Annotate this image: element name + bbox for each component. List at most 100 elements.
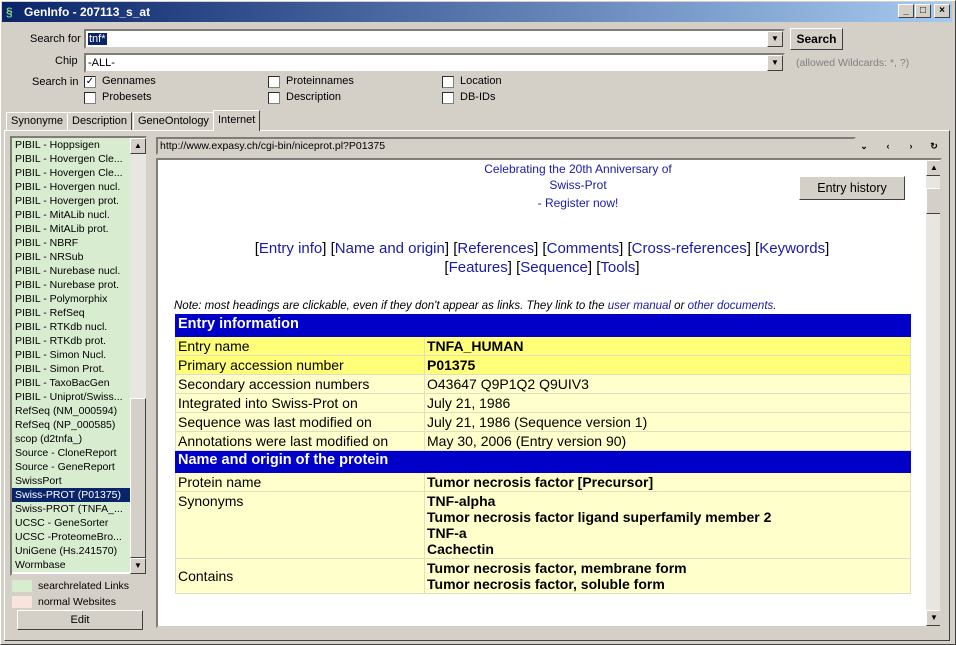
list-scroll-down-icon[interactable]: ▼: [130, 558, 146, 574]
list-item[interactable]: PIBIL - MitALib prot.: [12, 222, 145, 236]
list-item[interactable]: PIBIL - Simon Nucl.: [12, 348, 145, 362]
list-item[interactable]: RefSeq (NP_000585): [12, 418, 145, 432]
list-item[interactable]: PIBIL - Simon Prot.: [12, 362, 145, 376]
contains-item: Tumor necrosis factor, membrane form: [427, 560, 687, 576]
link-references[interactable]: References: [457, 240, 534, 257]
protein-name-key[interactable]: Protein name: [175, 472, 425, 492]
normal-swatch: [12, 596, 32, 608]
list-item[interactable]: SwissPort: [12, 474, 145, 488]
list-item[interactable]: Wormbase: [12, 558, 145, 572]
list-item[interactable]: scop (d2tnfa_): [12, 432, 145, 446]
maximize-button[interactable]: □: [915, 4, 931, 18]
web-content: Celebrating the 20th Anniversary of Swis…: [158, 160, 926, 626]
url-field[interactable]: http://www.expasy.ch/cgi-bin/niceprot.pl…: [156, 137, 856, 155]
list-item[interactable]: UCSC - GeneSorter: [12, 516, 145, 530]
entry-history-button[interactable]: Entry history: [799, 176, 905, 200]
checkbox-gennames[interactable]: ✓: [84, 76, 96, 88]
link-list[interactable]: PIBIL - Hoppsigen PIBIL - Hovergen Cle...…: [10, 136, 147, 576]
list-item[interactable]: PIBIL - Hovergen nucl.: [12, 180, 145, 194]
contains-value: Tumor necrosis factor, membrane form Tum…: [424, 558, 911, 594]
tab-internet[interactable]: Internet: [213, 110, 261, 131]
checkbox-label: Gennames: [102, 75, 156, 87]
list-item[interactable]: PIBIL - Polymorphix: [12, 292, 145, 306]
checkbox-label: Description: [286, 91, 342, 103]
web-scroll-down-icon[interactable]: ▼: [926, 610, 940, 626]
sequence-modified-key[interactable]: Sequence was last modified on: [175, 412, 425, 432]
checkbox-db-ids[interactable]: [442, 92, 454, 104]
list-item[interactable]: UniGene (Hs.241570): [12, 544, 145, 558]
list-item[interactable]: Swiss-PROT (TNFA_...: [12, 502, 145, 516]
note-text-or: or: [670, 300, 688, 312]
web-view[interactable]: Celebrating the 20th Anniversary of Swis…: [156, 158, 942, 628]
list-item[interactable]: PIBIL - NBRF: [12, 236, 145, 250]
contains-key[interactable]: Contains: [175, 558, 425, 594]
close-button[interactable]: ×: [934, 4, 950, 18]
link-name-origin[interactable]: Name and origin: [335, 240, 445, 257]
banner-register-link[interactable]: - Register now!: [458, 196, 698, 210]
banner-line2[interactable]: Swiss-Prot: [458, 178, 698, 192]
list-item[interactable]: PIBIL - Hovergen Cle...: [12, 152, 145, 166]
web-scroll-up-icon[interactable]: ▲: [926, 160, 940, 176]
list-item[interactable]: PIBIL - Hoppsigen: [12, 138, 145, 152]
web-scroll-thumb[interactable]: [926, 188, 940, 214]
chip-select[interactable]: -ALL- ▼: [84, 53, 785, 73]
list-scroll-up-icon[interactable]: ▲: [130, 138, 146, 154]
name-origin-heading[interactable]: Name and origin of the protein: [175, 450, 911, 473]
list-item[interactable]: PIBIL - NRSub: [12, 250, 145, 264]
list-item[interactable]: Source - CloneReport: [12, 446, 145, 460]
checkbox-description[interactable]: [268, 92, 280, 104]
list-item[interactable]: PIBIL - TaxoBacGen: [12, 376, 145, 390]
banner-line1[interactable]: Celebrating the 20th Anniversary of: [458, 162, 698, 176]
link-features[interactable]: Features: [449, 259, 508, 276]
list-item[interactable]: PIBIL - RTKdb nucl.: [12, 320, 145, 334]
checkbox-label: Probesets: [102, 91, 152, 103]
list-item[interactable]: UCSC -ProteomeBro...: [12, 530, 145, 544]
edit-button[interactable]: Edit: [17, 610, 143, 630]
user-manual-link[interactable]: user manual: [608, 300, 671, 312]
link-tools[interactable]: Tools: [600, 259, 635, 276]
window-title: GenInfo - 207113_s_at: [24, 5, 151, 19]
primary-accession-key[interactable]: Primary accession number: [175, 355, 425, 375]
entry-name-key[interactable]: Entry name: [175, 336, 425, 356]
tab-description[interactable]: Description: [67, 112, 133, 130]
integrated-key[interactable]: Integrated into Swiss-Prot on: [175, 393, 425, 413]
list-item[interactable]: PIBIL - RefSeq: [12, 306, 145, 320]
list-item[interactable]: PIBIL - MitALib nucl.: [12, 208, 145, 222]
search-input[interactable]: tnf* ▼: [84, 29, 785, 49]
list-scroll-thumb[interactable]: [130, 398, 146, 558]
list-item[interactable]: PIBIL - Hovergen prot.: [12, 194, 145, 208]
checkbox-location[interactable]: [442, 76, 454, 88]
search-button[interactable]: Search: [790, 28, 843, 50]
forward-icon[interactable]: ›: [900, 138, 922, 154]
annotations-modified-key[interactable]: Annotations were last modified on: [175, 431, 425, 451]
web-scrollbar[interactable]: ▲ ▼: [926, 160, 940, 626]
entry-information-heading[interactable]: Entry information: [175, 314, 911, 337]
link-cross-references[interactable]: Cross-references: [632, 240, 747, 257]
search-dropdown-icon[interactable]: ▼: [767, 31, 783, 47]
list-item[interactable]: RefSeq (NM_000594): [12, 404, 145, 418]
checkbox-probesets[interactable]: [84, 92, 96, 104]
list-item[interactable]: PIBIL - RTKdb prot.: [12, 334, 145, 348]
list-item[interactable]: PIBIL - Nurebase prot.: [12, 278, 145, 292]
list-item[interactable]: PIBIL - Uniprot/Swiss...: [12, 390, 145, 404]
checkbox-proteinnames[interactable]: [268, 76, 280, 88]
link-sequence[interactable]: Sequence: [520, 259, 588, 276]
refresh-icon[interactable]: ↻: [923, 138, 945, 154]
tab-geneontology[interactable]: GeneOntology: [133, 112, 214, 130]
minimize-button[interactable]: _: [898, 4, 914, 18]
list-item[interactable]: Source - GeneReport: [12, 460, 145, 474]
list-scrollbar[interactable]: ▲ ▼: [130, 138, 146, 574]
synonyms-key[interactable]: Synonyms: [175, 491, 425, 559]
link-keywords[interactable]: Keywords: [759, 240, 825, 257]
list-item[interactable]: PIBIL - Hovergen Cle...: [12, 166, 145, 180]
nav-dropdown-icon[interactable]: ⌄: [853, 138, 875, 154]
back-icon[interactable]: ‹: [877, 138, 899, 154]
list-item[interactable]: Swiss-PROT (P01375): [12, 488, 145, 502]
secondary-accession-key[interactable]: Secondary accession numbers: [175, 374, 425, 394]
link-entry-info[interactable]: Entry info: [259, 240, 322, 257]
other-documents-link[interactable]: other documents: [688, 300, 774, 312]
chip-dropdown-icon[interactable]: ▼: [767, 55, 783, 71]
tab-synonyme[interactable]: Synonyme: [6, 112, 68, 130]
list-item[interactable]: PIBIL - Nurebase nucl.: [12, 264, 145, 278]
link-comments[interactable]: Comments: [547, 240, 620, 257]
